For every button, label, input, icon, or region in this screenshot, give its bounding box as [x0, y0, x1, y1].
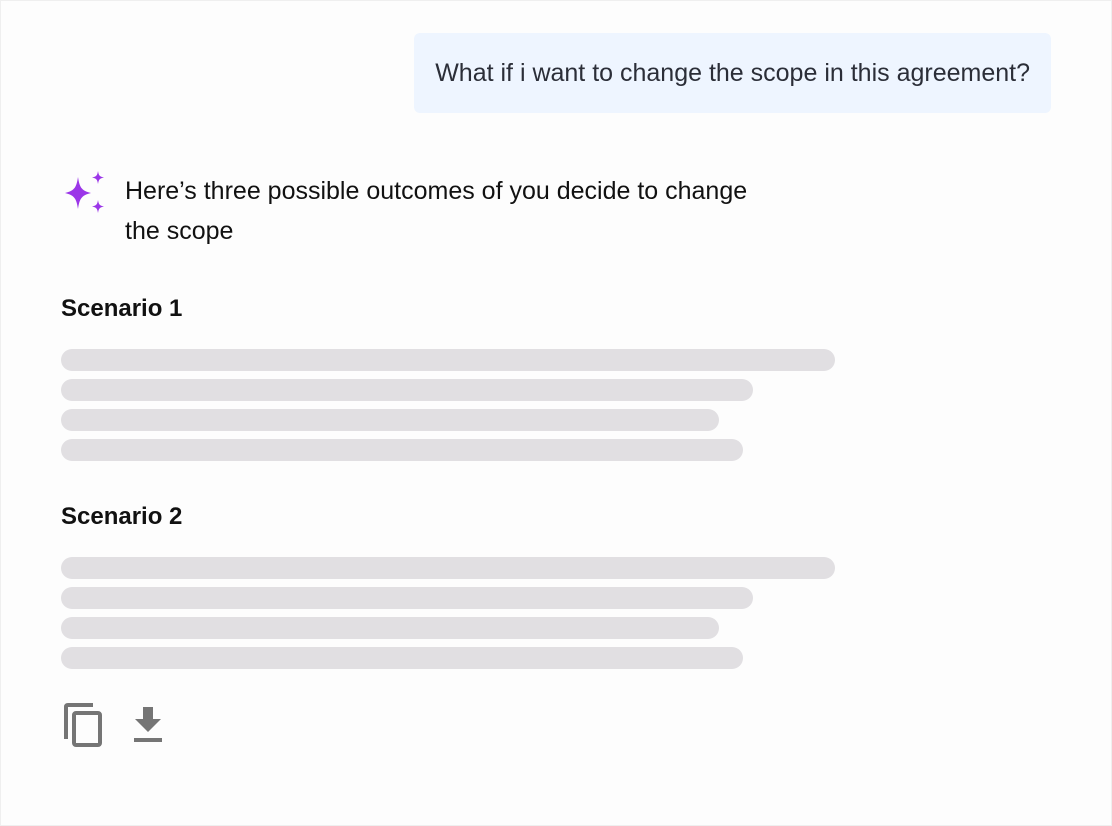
copy-icon	[64, 703, 102, 747]
scenario-title: Scenario 2	[61, 503, 183, 530]
skeleton-line	[61, 349, 835, 371]
skeleton-line	[61, 379, 753, 401]
chat-panel: What if i want to change the scope in th…	[0, 0, 1112, 826]
sparkle-icon	[65, 171, 104, 213]
assistant-intro-text: Here’s three possible outcomes of you de…	[125, 177, 748, 245]
skeleton-line	[61, 439, 743, 461]
skeleton-line	[61, 409, 719, 431]
skeleton-line	[61, 617, 719, 639]
download-icon	[134, 707, 162, 742]
skeleton-line	[61, 647, 743, 669]
scenario-title: Scenario 1	[61, 295, 183, 322]
copy-button[interactable]	[63, 703, 103, 750]
skeleton-line	[61, 587, 753, 609]
assistant-message-header: Here’s three possible outcomes of you de…	[61, 171, 765, 251]
user-message-text: What if i want to change the scope in th…	[435, 58, 1030, 87]
skeleton-line	[61, 557, 835, 579]
user-message-bubble: What if i want to change the scope in th…	[414, 33, 1051, 113]
scenario-section: Scenario 1	[61, 295, 837, 463]
download-button[interactable]	[131, 705, 165, 748]
message-actions	[63, 703, 193, 750]
scenario-section: Scenario 2	[61, 503, 837, 671]
